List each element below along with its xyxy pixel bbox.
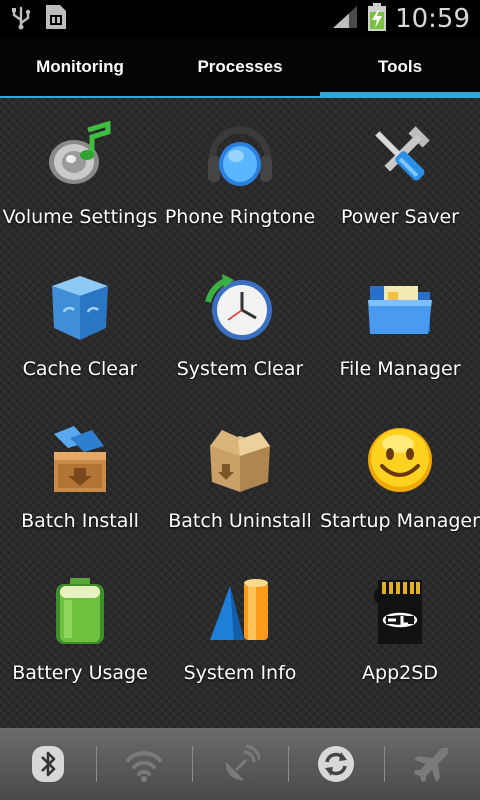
sync-icon bbox=[318, 746, 354, 782]
quick-toggle-bar bbox=[0, 728, 480, 800]
airplane-icon bbox=[414, 748, 448, 782]
tool-batch-uninstall[interactable]: Batch Uninstall bbox=[160, 424, 320, 576]
tab-monitoring[interactable]: Monitoring bbox=[0, 38, 160, 96]
tool-batch-install[interactable]: Batch Install bbox=[0, 424, 160, 576]
tool-power-saver[interactable]: Power Saver bbox=[320, 120, 480, 272]
shapes-icon bbox=[210, 579, 268, 640]
tool-startup-manager[interactable]: Startup Manager bbox=[320, 424, 480, 576]
open-box-icon bbox=[210, 430, 270, 492]
battery-icon bbox=[56, 578, 104, 644]
sd-card-icon bbox=[374, 580, 422, 644]
tool-label: System Info bbox=[183, 662, 297, 684]
tools-grid: Volume Settings Phone Ringtone Power Sav… bbox=[0, 98, 480, 728]
bluetooth-icon bbox=[32, 746, 64, 782]
tool-system-info[interactable]: System Info bbox=[160, 576, 320, 728]
tool-system-clear[interactable]: System Clear bbox=[160, 272, 320, 424]
toggle-wifi[interactable] bbox=[96, 728, 192, 800]
battery-charging-icon bbox=[367, 2, 387, 36]
tool-battery-usage[interactable]: Battery Usage bbox=[0, 576, 160, 728]
tool-phone-ringtone[interactable]: Phone Ringtone bbox=[160, 120, 320, 272]
clock-refresh-icon bbox=[205, 274, 272, 340]
box-install-icon bbox=[54, 426, 106, 492]
tool-label: System Clear bbox=[176, 358, 304, 380]
folder-icon bbox=[368, 286, 432, 334]
tool-cache-clear[interactable]: Cache Clear bbox=[0, 272, 160, 424]
tool-label: File Manager bbox=[339, 358, 461, 380]
toggle-airplane[interactable] bbox=[384, 728, 480, 800]
toggle-sync[interactable] bbox=[288, 728, 384, 800]
tool-label: Volume Settings bbox=[2, 206, 158, 228]
status-bar: 10:59 bbox=[0, 0, 480, 38]
headphones-icon bbox=[208, 126, 272, 186]
signal-icon bbox=[331, 4, 359, 34]
tool-app2sd[interactable]: App2SD bbox=[320, 576, 480, 728]
speaker-music-icon bbox=[49, 120, 111, 184]
tool-label: Startup Manager bbox=[320, 510, 480, 532]
toggle-bluetooth[interactable] bbox=[0, 728, 96, 800]
satellite-icon bbox=[225, 744, 260, 781]
recycle-box-icon bbox=[52, 276, 108, 340]
tool-label: Batch Uninstall bbox=[168, 510, 312, 532]
clock: 10:59 bbox=[395, 4, 470, 34]
tool-label: Batch Install bbox=[21, 510, 139, 532]
tool-file-manager[interactable]: File Manager bbox=[320, 272, 480, 424]
wifi-icon bbox=[126, 751, 162, 782]
tool-label: Battery Usage bbox=[12, 662, 148, 684]
tab-processes[interactable]: Processes bbox=[160, 38, 320, 96]
smiley-icon bbox=[368, 428, 432, 492]
tab-tools[interactable]: Tools bbox=[320, 38, 480, 98]
usb-icon bbox=[10, 4, 32, 34]
wrench-screwdriver-icon bbox=[375, 126, 430, 181]
tool-label: Phone Ringtone bbox=[164, 206, 316, 228]
tool-label: Cache Clear bbox=[22, 358, 138, 380]
tool-label: Power Saver bbox=[341, 206, 459, 228]
tab-bar: Monitoring Processes Tools bbox=[0, 38, 480, 98]
sim-card-icon bbox=[44, 3, 68, 35]
tool-volume-settings[interactable]: Volume Settings bbox=[0, 120, 160, 272]
tool-label: App2SD bbox=[362, 662, 438, 684]
toggle-gps[interactable] bbox=[192, 728, 288, 800]
